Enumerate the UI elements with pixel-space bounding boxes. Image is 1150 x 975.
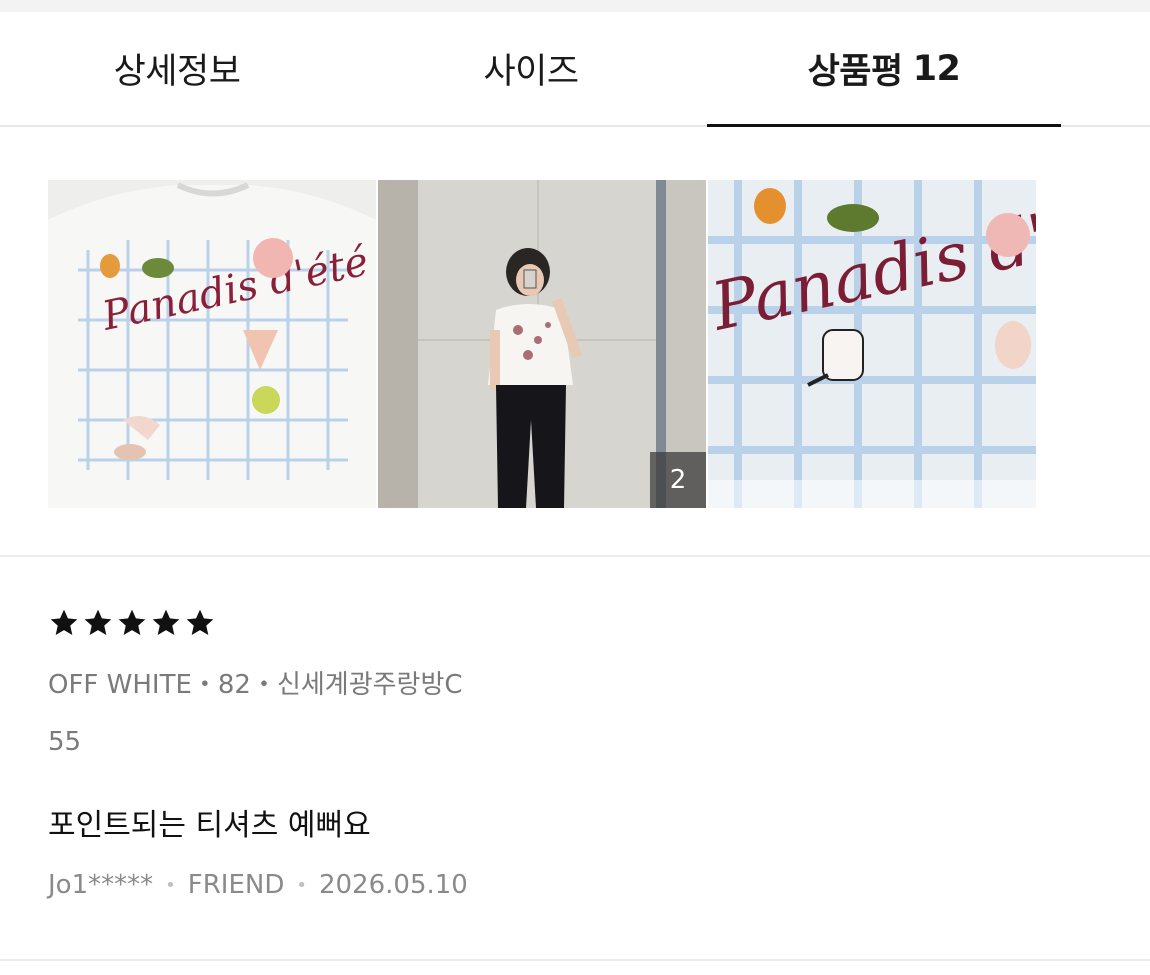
tab-bar: 상세정보 사이즈 상품평 12 bbox=[0, 12, 1150, 127]
review-text: 포인트되는 티셔츠 예뻐요 bbox=[48, 808, 371, 843]
star-icon bbox=[118, 609, 146, 635]
review-meta: Jo1***** • FRIEND • 2026.05.10 bbox=[48, 870, 468, 900]
tab-size[interactable]: 사이즈 bbox=[354, 12, 708, 125]
tab-reviews-label: 상품평 bbox=[807, 52, 904, 92]
top-strip bbox=[0, 0, 1150, 12]
star-icon bbox=[152, 609, 180, 635]
star-icon bbox=[50, 609, 78, 635]
review-author: Jo1***** bbox=[48, 870, 154, 900]
tab-details[interactable]: 상세정보 bbox=[0, 12, 354, 125]
review-photo-1[interactable]: Panadis d'été bbox=[48, 180, 376, 508]
star-rating bbox=[48, 607, 216, 639]
print-detail-photo: Panadis d'été bbox=[708, 180, 1036, 508]
review-date: 2026.05.10 bbox=[318, 870, 468, 900]
review-size: 55 bbox=[48, 727, 82, 757]
review-photo-3[interactable]: Panadis d'été bbox=[708, 180, 1036, 508]
tab-reviews[interactable]: 상품평 12 bbox=[707, 12, 1061, 125]
review-photo-strip: Panadis d'été 2 Panadis bbox=[0, 127, 1150, 557]
review-option: OFF WHITE・82・신세계광주랑방C bbox=[48, 670, 463, 700]
star-icon bbox=[84, 609, 112, 635]
review-member-grade: FRIEND bbox=[187, 870, 285, 900]
divider bbox=[0, 959, 1150, 961]
review-photo-2[interactable]: 2 bbox=[378, 180, 706, 508]
separator-dot: • bbox=[165, 874, 176, 896]
tab-reviews-count: 12 bbox=[912, 48, 961, 89]
review-item: OFF WHITE・82・신세계광주랑방C 55 포인트되는 티셔츠 예뻐요 J… bbox=[0, 557, 1150, 961]
tab-details-label: 상세정보 bbox=[113, 52, 241, 92]
tab-size-label: 사이즈 bbox=[483, 52, 579, 92]
star-icon bbox=[186, 609, 214, 635]
photo-count-badge: 2 bbox=[650, 452, 706, 508]
shirt-closeup-photo: Panadis d'été bbox=[48, 180, 376, 508]
separator-dot: • bbox=[296, 874, 307, 896]
